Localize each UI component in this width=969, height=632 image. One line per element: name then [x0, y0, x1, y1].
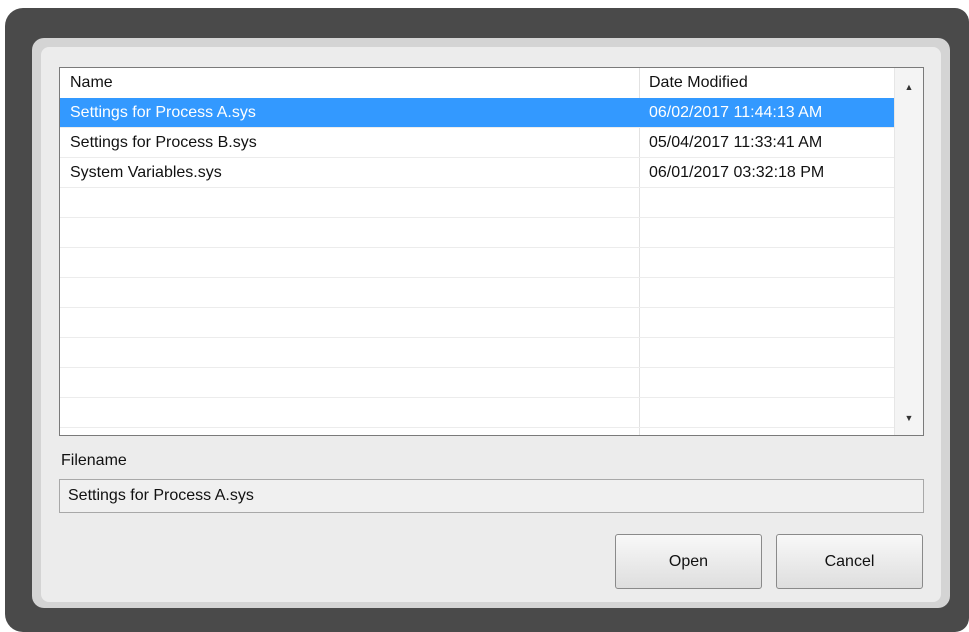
filename-field[interactable]: Settings for Process A.sys: [59, 479, 924, 513]
empty-row: [60, 398, 894, 428]
empty-row: [60, 218, 894, 248]
empty-row: [60, 368, 894, 398]
empty-row: [60, 338, 894, 368]
date-modified-cell: 05/04/2017 11:33:41 AM: [649, 134, 823, 151]
date-modified-cell: 06/01/2017 03:32:18 PM: [649, 164, 825, 181]
column-header-name[interactable]: Name: [70, 68, 113, 98]
file-name-cell: System Variables.sys: [70, 164, 222, 181]
vertical-scrollbar[interactable]: ▲ ▼: [894, 68, 923, 435]
file-name-cell: Settings for Process B.sys: [70, 134, 257, 151]
file-row[interactable]: Settings for Process A.sys 06/02/2017 11:…: [60, 98, 894, 128]
open-button[interactable]: Open: [615, 534, 762, 589]
file-row[interactable]: System Variables.sys 06/01/2017 03:32:18 …: [60, 158, 894, 188]
empty-row: [60, 188, 894, 218]
date-modified-cell: 06/02/2017 11:44:13 AM: [649, 104, 823, 121]
triangle-up-icon[interactable]: ▲: [895, 76, 923, 98]
triangle-down-icon[interactable]: ▼: [895, 407, 923, 429]
empty-row: [60, 308, 894, 338]
filename-label: Filename: [61, 452, 127, 469]
column-header-date-modified[interactable]: Date Modified: [649, 68, 748, 98]
file-name-cell: Settings for Process A.sys: [70, 104, 256, 121]
empty-row: [60, 278, 894, 308]
file-list[interactable]: Name Date Modified Settings for Process …: [59, 67, 924, 436]
list-header: Name Date Modified: [60, 68, 894, 98]
cancel-button[interactable]: Cancel: [776, 534, 923, 589]
empty-row: [60, 248, 894, 278]
file-row[interactable]: Settings for Process B.sys 05/04/2017 11:…: [60, 128, 894, 158]
